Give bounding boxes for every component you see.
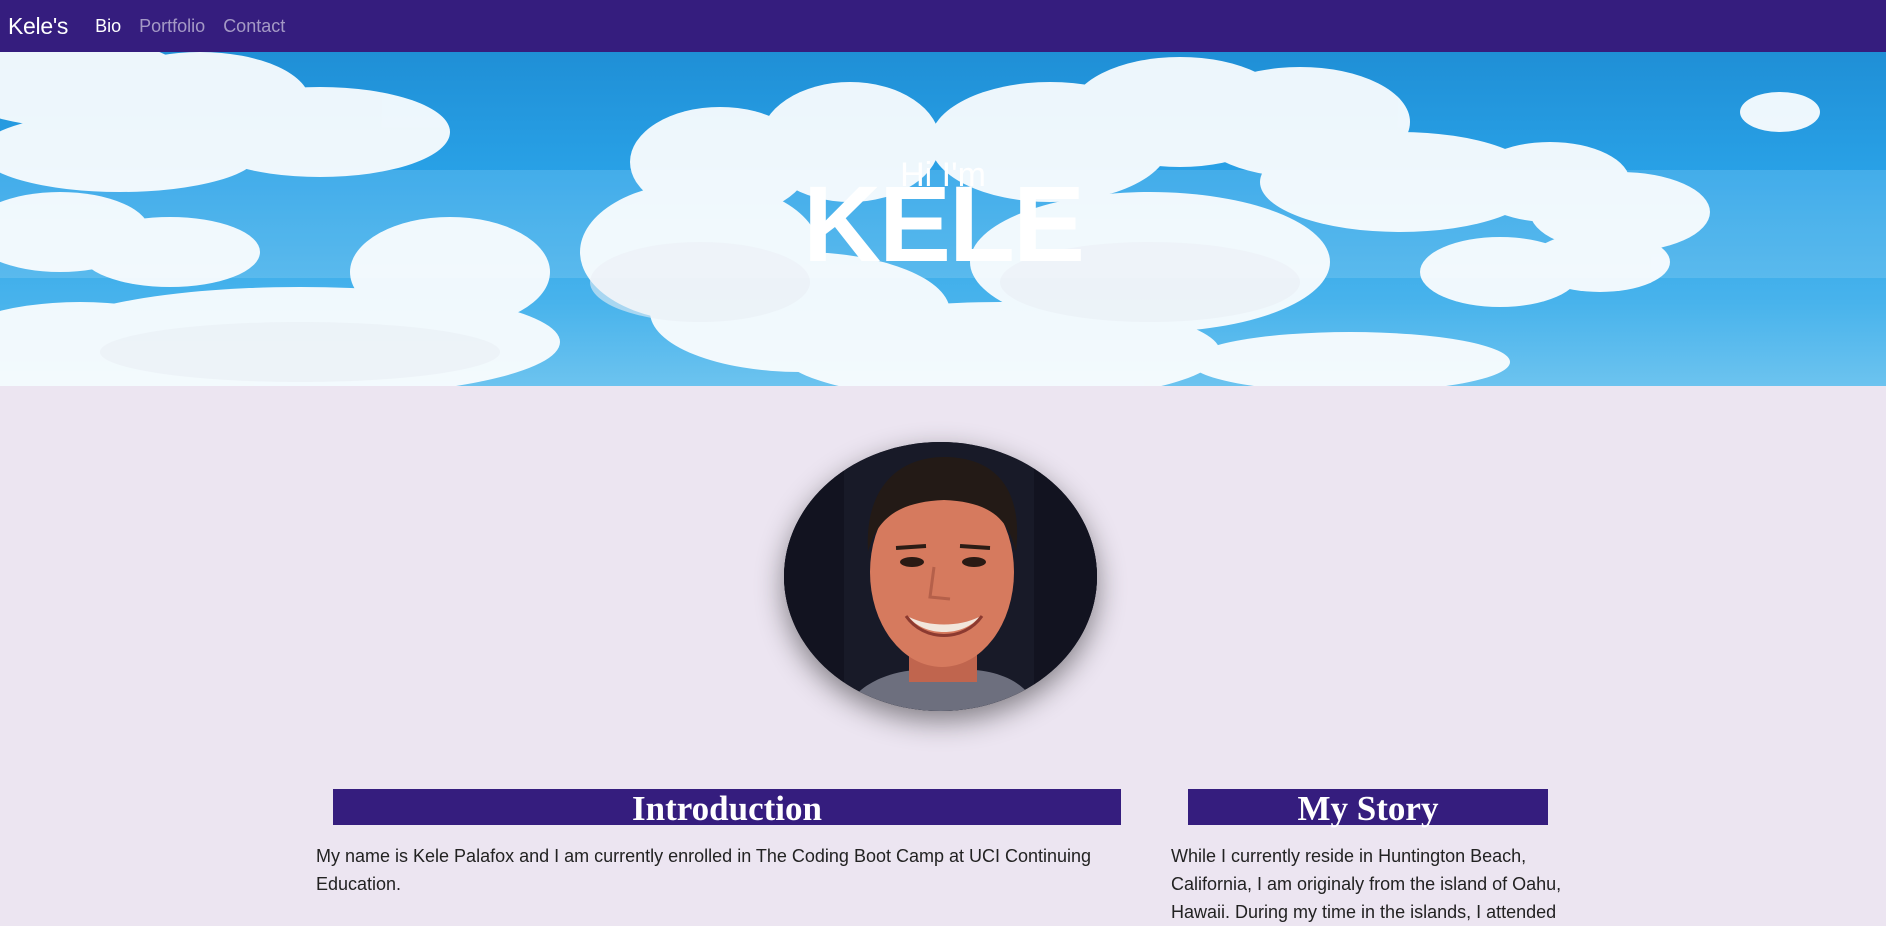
introduction-text: My name is Kele Palafox and I am current…: [316, 846, 1092, 894]
story-heading: My Story: [1188, 789, 1548, 828]
hero-title: KELE: [802, 163, 1085, 284]
nav-link-contact[interactable]: Contact: [223, 16, 285, 37]
brand-link[interactable]: Kele's: [8, 13, 68, 40]
profile-photo-image: [784, 442, 1097, 711]
hero-banner: Hi I'm KELE: [0, 52, 1886, 386]
story-text: While I currently reside in Huntington B…: [1171, 846, 1562, 922]
nav-link-portfolio[interactable]: Portfolio: [139, 16, 205, 37]
navbar: Kele's Bio Portfolio Contact: [0, 0, 1886, 52]
profile-photo: [784, 442, 1097, 711]
nav-link-bio[interactable]: Bio: [95, 16, 121, 37]
introduction-heading: Introduction: [333, 789, 1121, 828]
